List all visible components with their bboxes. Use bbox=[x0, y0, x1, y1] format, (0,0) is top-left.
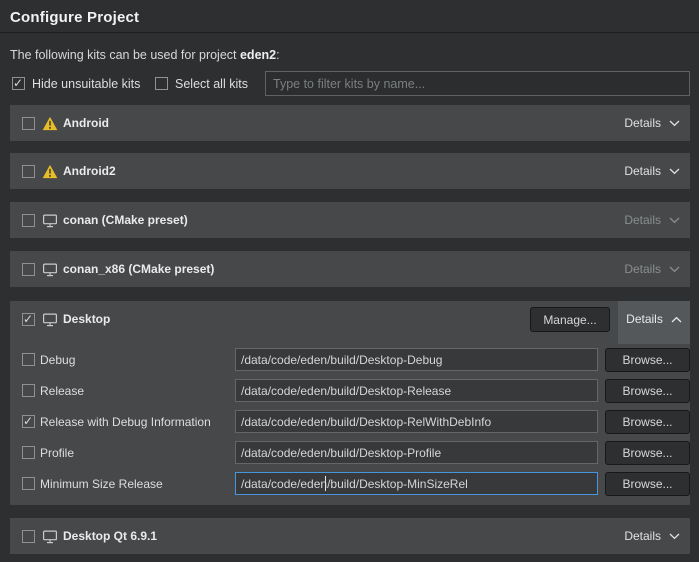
text-caret bbox=[325, 476, 326, 491]
chevron-down-icon bbox=[669, 533, 680, 540]
build-config-row-relwithdebinfo: Release with Debug Information Browse... bbox=[10, 407, 690, 438]
build-config-row-profile: Profile Browse... bbox=[10, 438, 690, 469]
kit-checkbox[interactable] bbox=[22, 530, 35, 543]
browse-button[interactable]: Browse... bbox=[605, 441, 690, 465]
kit-row-desktop-expanded: Desktop Manage... Details Debug Browse..… bbox=[10, 301, 690, 505]
config-checkbox[interactable] bbox=[22, 477, 35, 490]
build-dir-field bbox=[235, 379, 598, 402]
page-header: Configure Project bbox=[0, 0, 699, 33]
build-config-row-debug: Debug Browse... bbox=[10, 345, 690, 376]
details-toggle-expanded[interactable]: Details bbox=[618, 301, 690, 344]
kit-name: Android2 bbox=[63, 164, 116, 178]
details-toggle[interactable]: Details bbox=[624, 529, 680, 543]
build-dir-input[interactable] bbox=[235, 348, 598, 371]
hide-unsuitable-kits-label[interactable]: Hide unsuitable kits bbox=[32, 77, 140, 91]
kit-name: Desktop Qt 6.9.1 bbox=[63, 529, 157, 543]
kit-row-android: Android Details bbox=[10, 105, 690, 141]
kit-name: conan_x86 (CMake preset) bbox=[63, 262, 214, 276]
config-label[interactable]: Release with Debug Information bbox=[40, 407, 211, 437]
chevron-down-icon bbox=[669, 266, 680, 273]
desktop-icon bbox=[42, 213, 58, 228]
build-dir-input[interactable] bbox=[235, 410, 598, 433]
details-toggle[interactable]: Details bbox=[624, 213, 680, 227]
details-toggle[interactable]: Details bbox=[624, 116, 680, 130]
chevron-down-icon bbox=[669, 168, 680, 175]
kit-name: Desktop bbox=[63, 312, 110, 326]
kit-checkbox[interactable] bbox=[22, 214, 35, 227]
details-toggle[interactable]: Details bbox=[624, 262, 680, 276]
project-name: eden2 bbox=[240, 48, 276, 62]
filter-bar: Hide unsuitable kits Select all kits bbox=[0, 71, 699, 96]
warning-icon bbox=[42, 116, 58, 131]
kit-checkbox[interactable] bbox=[22, 165, 35, 178]
browse-button[interactable]: Browse... bbox=[605, 379, 690, 403]
kit-row-desktop-qt: Desktop Qt 6.9.1 Details bbox=[10, 518, 690, 554]
config-checkbox[interactable] bbox=[22, 446, 35, 459]
chevron-up-icon bbox=[671, 316, 682, 323]
config-label[interactable]: Minimum Size Release bbox=[40, 469, 163, 499]
configure-project-page: Configure Project The following kits can… bbox=[0, 0, 699, 562]
build-dir-field bbox=[235, 441, 598, 464]
kit-row-android2: Android2 Details bbox=[10, 153, 690, 189]
intro-text: The following kits can be used for proje… bbox=[10, 48, 280, 62]
config-checkbox[interactable] bbox=[22, 353, 35, 366]
config-checkbox[interactable] bbox=[22, 384, 35, 397]
kit-checkbox[interactable] bbox=[22, 263, 35, 276]
kit-filter-input[interactable] bbox=[265, 71, 690, 96]
manage-button[interactable]: Manage... bbox=[530, 307, 610, 332]
checkbox-icon[interactable] bbox=[155, 77, 168, 90]
build-dir-field bbox=[235, 410, 598, 433]
kit-checkbox[interactable] bbox=[22, 117, 35, 130]
hide-unsuitable-kits-checkbox[interactable]: Hide unsuitable kits bbox=[12, 71, 140, 96]
page-title: Configure Project bbox=[0, 0, 699, 26]
config-label[interactable]: Profile bbox=[40, 438, 74, 468]
kit-row-conan-x86: conan_x86 (CMake preset) Details bbox=[10, 251, 690, 287]
details-toggle[interactable]: Details bbox=[624, 164, 680, 178]
build-dir-field bbox=[235, 348, 598, 371]
desktop-icon bbox=[42, 312, 58, 327]
desktop-icon bbox=[42, 529, 58, 544]
build-config-row-minsizerel: Minimum Size Release Browse... bbox=[10, 469, 690, 500]
build-config-row-release: Release Browse... bbox=[10, 376, 690, 407]
kit-name: conan (CMake preset) bbox=[63, 213, 188, 227]
select-all-kits-checkbox[interactable]: Select all kits bbox=[155, 71, 248, 96]
select-all-kits-label[interactable]: Select all kits bbox=[175, 77, 248, 91]
build-dir-input[interactable] bbox=[235, 472, 598, 495]
build-dir-input[interactable] bbox=[235, 441, 598, 464]
config-label[interactable]: Debug bbox=[40, 345, 75, 375]
browse-button[interactable]: Browse... bbox=[605, 348, 690, 372]
desktop-icon bbox=[42, 262, 58, 277]
chevron-down-icon bbox=[669, 217, 680, 224]
kit-checkbox[interactable] bbox=[22, 313, 35, 326]
config-checkbox[interactable] bbox=[22, 415, 35, 428]
build-dir-input[interactable] bbox=[235, 379, 598, 402]
config-label[interactable]: Release bbox=[40, 376, 84, 406]
checkbox-icon[interactable] bbox=[12, 77, 25, 90]
kit-name: Android bbox=[63, 116, 109, 130]
chevron-down-icon bbox=[669, 120, 680, 127]
browse-button[interactable]: Browse... bbox=[605, 410, 690, 434]
warning-icon bbox=[42, 164, 58, 179]
browse-button[interactable]: Browse... bbox=[605, 472, 690, 496]
build-dir-field-focused bbox=[235, 472, 598, 495]
kit-row-conan: conan (CMake preset) Details bbox=[10, 202, 690, 238]
